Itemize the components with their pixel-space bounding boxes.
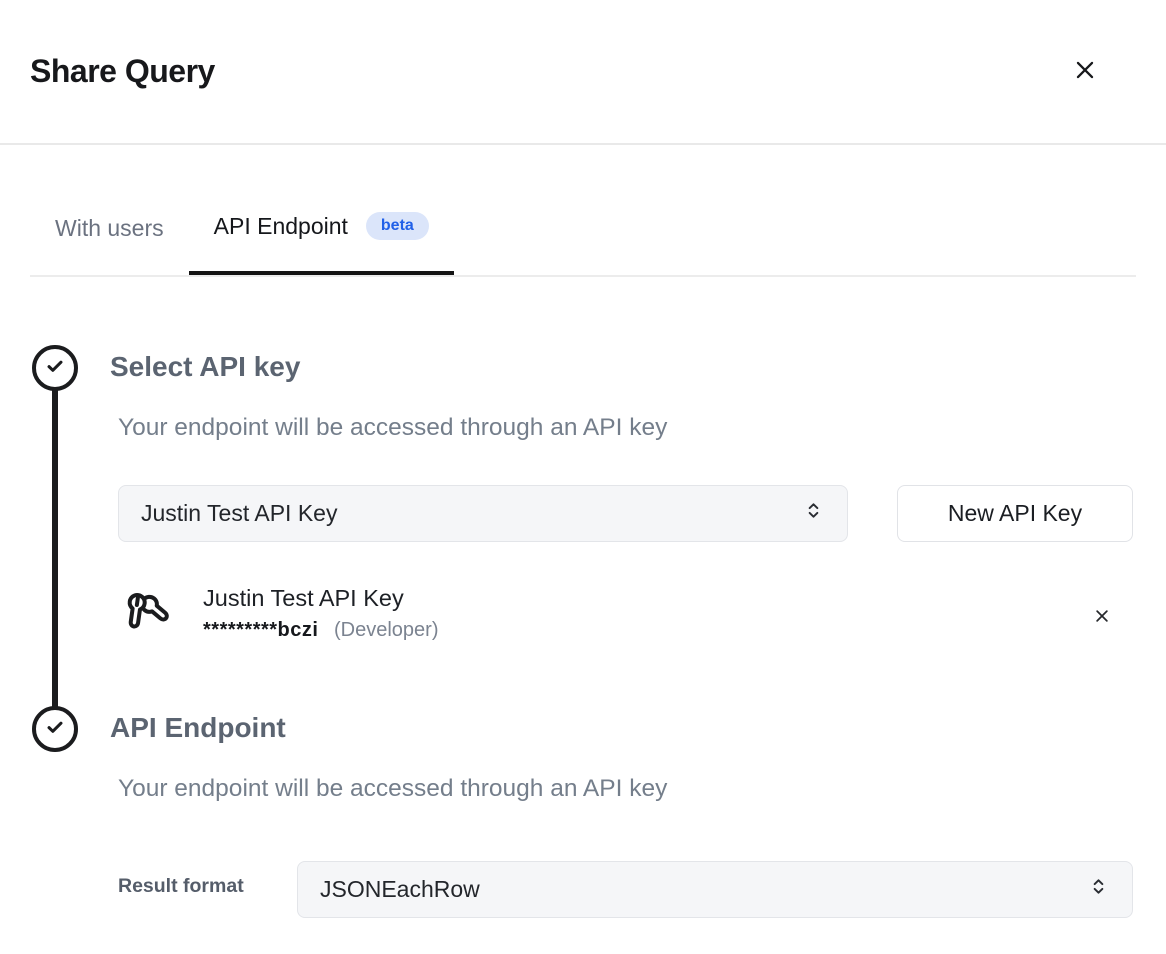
step-1-heading: Select API key xyxy=(110,351,300,383)
close-icon xyxy=(1072,57,1098,86)
selected-key-meta: *********bczi (Developer) xyxy=(203,617,439,643)
selected-key-role: (Developer) xyxy=(334,619,438,641)
tab-api-endpoint-label: API Endpoint xyxy=(214,213,348,240)
chevrons-up-down-icon xyxy=(1087,875,1110,904)
api-key-select[interactable]: Justin Test API Key xyxy=(118,485,848,542)
share-query-modal: Share Query With users API Endpoint beta xyxy=(0,0,1166,954)
step-2-heading: API Endpoint xyxy=(110,712,286,744)
close-button[interactable] xyxy=(1067,54,1103,90)
remove-key-x-icon xyxy=(1093,607,1111,628)
step-2-complete-indicator xyxy=(32,706,78,752)
selected-key-name: Justin Test API Key xyxy=(203,583,439,614)
modal-header: Share Query xyxy=(0,0,1166,145)
api-key-select-value: Justin Test API Key xyxy=(141,500,337,527)
step-1-complete-indicator xyxy=(32,345,78,391)
step-1-subtitle: Your endpoint will be accessed through a… xyxy=(118,414,667,442)
beta-badge: beta xyxy=(366,212,429,240)
selected-key-masked-value: *********bczi xyxy=(203,619,318,641)
page-title: Share Query xyxy=(30,53,215,90)
step-2-subtitle: Your endpoint will be accessed through a… xyxy=(118,775,667,803)
share-tabs: With users API Endpoint beta xyxy=(30,145,1136,277)
keys-icon xyxy=(119,588,169,640)
tab-with-users[interactable]: With users xyxy=(30,145,189,275)
result-format-select-value: JSONEachRow xyxy=(320,876,480,903)
check-icon xyxy=(42,714,68,745)
new-api-key-button[interactable]: New API Key xyxy=(897,485,1133,542)
selected-key-details: Justin Test API Key *********bczi (Devel… xyxy=(203,583,439,643)
check-icon xyxy=(42,353,68,384)
chevrons-up-down-icon xyxy=(802,499,825,528)
tab-api-endpoint[interactable]: API Endpoint beta xyxy=(189,145,454,275)
result-format-label: Result format xyxy=(118,875,244,898)
result-format-select[interactable]: JSONEachRow xyxy=(297,861,1133,918)
tab-with-users-label: With users xyxy=(55,215,164,242)
remove-key-button[interactable] xyxy=(1087,602,1117,632)
new-api-key-button-label: New API Key xyxy=(948,500,1082,527)
stepper-connector-line xyxy=(52,388,58,710)
